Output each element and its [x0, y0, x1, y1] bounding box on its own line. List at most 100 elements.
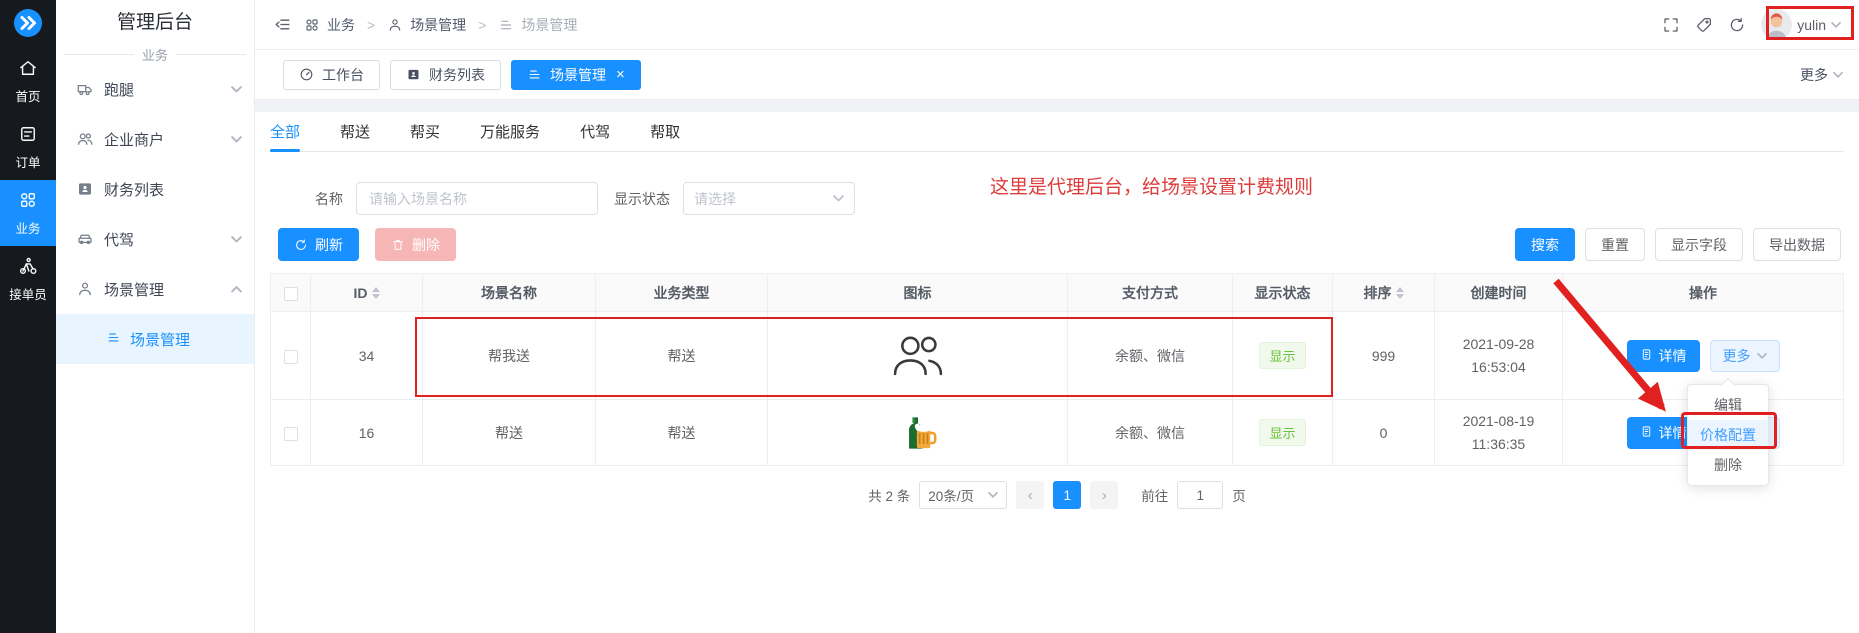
refresh-icon[interactable] [1728, 16, 1746, 34]
refresh-button[interactable]: 刷新 [278, 228, 359, 261]
sidebar-item-scene-mgmt[interactable]: 场景管理 [56, 264, 254, 314]
sidebar: 管理后台 业务 跑腿 企业商户 财务列表 代驾 场景管理 [56, 0, 255, 633]
category-tabs: 全部 帮送 帮买 万能服务 代驾 帮取 [270, 112, 1844, 152]
row-checkbox[interactable] [284, 350, 298, 364]
search-button[interactable]: 搜索 [1515, 228, 1575, 261]
fullscreen-icon[interactable] [1662, 16, 1680, 34]
detail-label: 详情 [1659, 423, 1687, 443]
rail-item-couriers[interactable]: 接单员 [0, 246, 56, 312]
cell-icon [768, 312, 1068, 400]
tab-workbench[interactable]: 工作台 [283, 60, 380, 90]
theme-tag-icon[interactable] [1695, 16, 1713, 34]
collapse-sidebar-icon[interactable] [273, 15, 292, 34]
cell-scene-name: 帮送 [423, 400, 596, 466]
tabs-more-button[interactable]: 更多 [1800, 65, 1843, 85]
chevron-down-icon [833, 195, 844, 202]
category-tab-buy[interactable]: 帮买 [410, 112, 440, 151]
dropdown-item-price-config[interactable]: 价格配置 [1688, 420, 1768, 450]
app-root: 首页 订单 业务 接单员 管理后台 业务 跑腿 企业商户 [0, 0, 1859, 633]
document-icon [1640, 425, 1653, 441]
next-page-button[interactable]: › [1090, 481, 1118, 509]
grid-icon [304, 17, 320, 33]
cell-scene-name: 帮我送 [423, 312, 596, 400]
prev-page-button[interactable]: ‹ [1016, 481, 1044, 509]
rail-item-home[interactable]: 首页 [0, 48, 56, 114]
cell-business-type: 帮送 [596, 400, 768, 466]
category-tab-fetch[interactable]: 帮取 [650, 112, 680, 151]
chevron-down-icon [1833, 72, 1843, 78]
select-all-checkbox[interactable] [284, 287, 298, 301]
user-menu[interactable]: yulin [1761, 9, 1841, 40]
show-fields-button[interactable]: 显示字段 [1655, 228, 1743, 261]
close-icon[interactable]: × [616, 67, 625, 82]
page-unit-label: 页 [1232, 485, 1246, 505]
app-title: 管理后台 [56, 0, 254, 44]
main-content: 业务 > 场景管理 > 场景管理 yulin [255, 0, 1859, 633]
sidebar-subitem-scene-mgmt[interactable]: 场景管理 [56, 314, 254, 364]
category-tab-universal[interactable]: 万能服务 [480, 112, 540, 151]
sidebar-item-errand[interactable]: 跑腿 [56, 64, 254, 114]
rail-item-business[interactable]: 业务 [0, 180, 56, 246]
rail-item-label: 订单 [15, 152, 40, 171]
refresh-icon [294, 238, 308, 252]
dropdown-item-edit[interactable]: 编辑 [1688, 390, 1768, 420]
category-tab-all[interactable]: 全部 [270, 112, 300, 151]
cell-id: 34 [311, 312, 423, 400]
app-logo[interactable] [0, 0, 56, 48]
delete-button[interactable]: 删除 [375, 228, 456, 261]
table-header-row: ID 场景名称 业务类型 图标 支付方式 显示状态 排序 创建时间 操作 [271, 274, 1844, 312]
total-count: 共 2 条 [868, 485, 910, 505]
header-sort[interactable]: 排序 [1333, 274, 1435, 312]
document-icon [1640, 348, 1653, 364]
scene-name-input[interactable] [356, 182, 598, 215]
trash-icon [391, 238, 405, 252]
refresh-label: 刷新 [315, 235, 343, 255]
sidebar-item-finance[interactable]: 财务列表 [56, 164, 254, 214]
sidebar-item-driving[interactable]: 代驾 [56, 214, 254, 264]
breadcrumb-item-business[interactable]: 业务 [304, 15, 355, 35]
beer-icon [899, 423, 937, 439]
row-checkbox[interactable] [284, 427, 298, 441]
status-badge: 显示 [1259, 342, 1305, 369]
category-tab-deliver[interactable]: 帮送 [340, 112, 370, 151]
current-page-button[interactable]: 1 [1053, 481, 1081, 509]
chevron-down-icon [1831, 22, 1841, 28]
scene-table: ID 场景名称 业务类型 图标 支付方式 显示状态 排序 创建时间 操作 [270, 273, 1844, 466]
header-scene-name: 场景名称 [423, 274, 596, 312]
business-grid-icon [18, 190, 38, 213]
category-tab-driving[interactable]: 代驾 [580, 112, 610, 151]
order-icon [18, 124, 38, 147]
rail-item-label: 业务 [15, 218, 40, 237]
dropdown-item-delete[interactable]: 删除 [1688, 450, 1768, 480]
page-size-select[interactable]: 20条/页 [919, 481, 1007, 509]
sidebar-section-label: 业务 [142, 45, 168, 64]
goto-page-input[interactable] [1177, 481, 1223, 509]
list-icon [498, 17, 514, 33]
sidebar-item-label: 代驾 [104, 229, 134, 250]
cell-created-time: 16:53:04 [1435, 356, 1562, 378]
cell-sort: 0 [1333, 400, 1435, 466]
home-icon [18, 58, 38, 81]
sidebar-item-merchants[interactable]: 企业商户 [56, 114, 254, 164]
rail-item-orders[interactable]: 订单 [0, 114, 56, 180]
breadcrumb-bar: 业务 > 场景管理 > 场景管理 yulin [255, 0, 1859, 50]
detail-button[interactable]: 详情 [1627, 340, 1700, 372]
breadcrumb-item-scene[interactable]: 场景管理 [387, 15, 466, 35]
car-icon [76, 230, 94, 248]
sidebar-item-label: 场景管理 [104, 279, 164, 300]
tab-scene-mgmt[interactable]: 场景管理 × [511, 60, 641, 90]
sort-carets[interactable] [1396, 287, 1404, 299]
logo-icon [13, 8, 43, 41]
export-data-button[interactable]: 导出数据 [1753, 228, 1841, 261]
cell-business-type: 帮送 [596, 312, 768, 400]
status-select[interactable]: 请选择 [683, 182, 855, 215]
chevron-down-icon [988, 492, 998, 498]
cell-created-date: 2021-09-28 [1435, 333, 1562, 355]
more-button[interactable]: 更多 [1710, 340, 1780, 372]
sort-carets[interactable] [372, 287, 380, 299]
header-icon: 图标 [768, 274, 1068, 312]
tab-finance-list[interactable]: 财务列表 [390, 60, 501, 90]
reset-button[interactable]: 重置 [1585, 228, 1645, 261]
page-tabs-bar: 工作台 财务列表 场景管理 × 更多 [255, 50, 1859, 100]
header-id[interactable]: ID [311, 274, 423, 312]
